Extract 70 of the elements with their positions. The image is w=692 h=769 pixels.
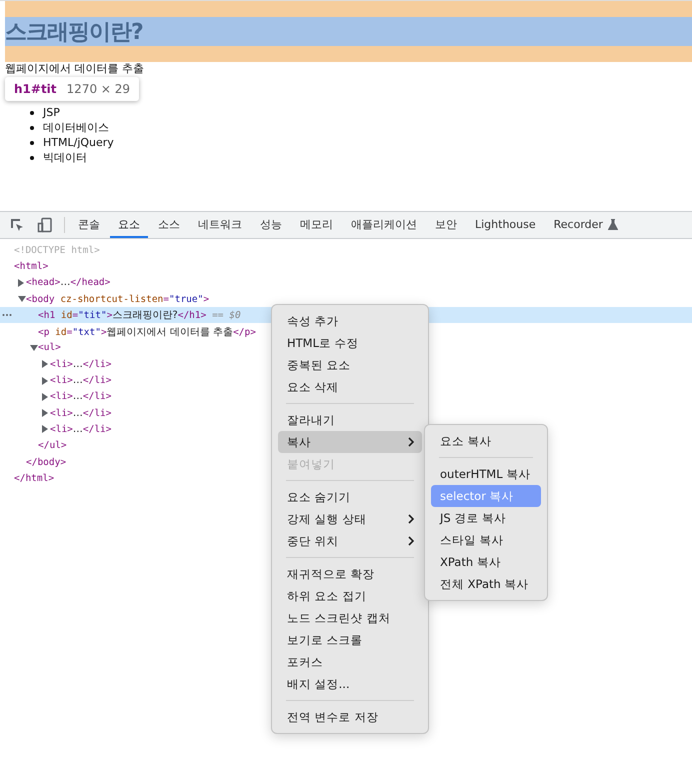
element-selector: h1#tit (14, 82, 57, 96)
dom-node[interactable]: </ul> (38, 440, 67, 452)
list-item: HTML/jQuery (43, 136, 114, 149)
expand-arrow-icon[interactable] (42, 360, 48, 368)
dom-node[interactable]: <body cz-shortcut-listen="true"> (26, 294, 210, 305)
page-paragraph: 웹페이지에서 데이터를 추출 (5, 62, 145, 75)
dom-node[interactable]: </body> (26, 456, 66, 468)
collapse-arrow-icon[interactable] (30, 344, 38, 351)
menu-item[interactable]: 복사 (278, 431, 422, 453)
dom-node[interactable]: <h1 id="tit">스크래핑이란?</h1> == $0 (38, 308, 241, 322)
menu-item[interactable]: 요소 복사 (431, 430, 541, 452)
panel-tab[interactable]: 콘솔 (70, 212, 108, 238)
menu-item[interactable]: 전체 XPath 복사 (431, 573, 541, 595)
menu-item[interactable]: 중단 위치 (278, 530, 422, 552)
dom-node[interactable]: <html> (14, 260, 48, 272)
menu-item[interactable]: 노드 스크린샷 캡처 (278, 607, 422, 629)
panel-tab[interactable]: 애플리케이션 (343, 212, 425, 238)
expand-arrow-icon[interactable] (18, 278, 24, 287)
device-icon (37, 217, 53, 233)
menu-item[interactable]: 포커스 (278, 651, 422, 673)
device-toggle-button[interactable] (35, 215, 55, 235)
menu-item[interactable]: 속성 추가 (278, 310, 422, 332)
expand-arrow-icon[interactable] (42, 425, 48, 434)
menu-item[interactable]: 요소 삭제 (278, 376, 422, 398)
panel-tab[interactable]: 성능 (252, 212, 290, 238)
menu-item[interactable]: XPath 복사 (431, 551, 541, 573)
dom-node[interactable]: <p id="txt">웹페이지에서 데이터를 추출</p> (38, 324, 256, 339)
panel-tab[interactable]: Recorder (546, 212, 626, 238)
dom-node[interactable]: <ul> (38, 342, 61, 354)
bullet-icon (30, 156, 34, 160)
collapse-arrow-icon[interactable] (18, 296, 26, 302)
menu-item[interactable]: 요소 숨기기 (278, 486, 422, 508)
dom-node[interactable]: </html> (14, 472, 54, 484)
ellipsis-icon (2, 313, 12, 318)
list-item: 빅데이터 (43, 150, 87, 165)
bullet-icon (30, 110, 34, 114)
list-item: JSP (43, 106, 60, 119)
dom-node[interactable]: <li>…</li> (50, 424, 112, 435)
menu-item[interactable]: 배지 설정... (278, 673, 422, 695)
list-item: 데이터베이스 (43, 120, 109, 135)
menu-item[interactable]: 강제 실행 상태 (278, 508, 422, 530)
panel-tab[interactable]: Lighthouse (467, 212, 544, 238)
menu-item[interactable]: 보기로 스크롤 (278, 629, 422, 651)
element-size: 1270 × 29 (66, 82, 130, 96)
menu-item[interactable]: outerHTML 복사 (431, 463, 541, 485)
menu-item[interactable]: 중복된 요소 (278, 354, 422, 376)
expand-arrow-icon[interactable] (42, 392, 48, 401)
expand-arrow-icon[interactable] (42, 376, 48, 385)
cursor-icon (9, 217, 25, 233)
panel-tab[interactable]: 메모리 (292, 212, 341, 238)
dom-node[interactable]: <li>…</li> (50, 375, 112, 386)
expand-arrow-icon[interactable] (42, 409, 48, 418)
menu-item[interactable]: 재귀적으로 확장 (278, 563, 422, 585)
dom-node[interactable]: <li>…</li> (50, 408, 112, 419)
menu-item[interactable]: 잘라내기 (278, 409, 422, 431)
dom-node[interactable]: <li>…</li> (50, 358, 112, 370)
dom-node[interactable]: <li>…</li> (50, 391, 112, 402)
menu-item[interactable]: JS 경로 복사 (431, 507, 541, 529)
panel-tab[interactable]: 요소 (110, 212, 148, 238)
menu-item[interactable]: 스타일 복사 (431, 529, 541, 551)
menu-item[interactable]: HTML로 수정 (278, 332, 422, 354)
dom-node[interactable]: <head>…</head> (26, 277, 110, 288)
bullet-icon (30, 140, 34, 144)
menu-item[interactable]: 전역 변수로 저장 (278, 706, 422, 728)
menu-item[interactable]: 하위 요소 접기 (278, 585, 422, 607)
page-heading: 스크래핑이란? (5, 18, 143, 46)
bullet-icon (30, 126, 34, 130)
panel-tab[interactable]: 네트워크 (190, 212, 250, 238)
panel-tab[interactable]: 소스 (150, 212, 188, 238)
panel-tab[interactable]: 보안 (427, 212, 465, 238)
